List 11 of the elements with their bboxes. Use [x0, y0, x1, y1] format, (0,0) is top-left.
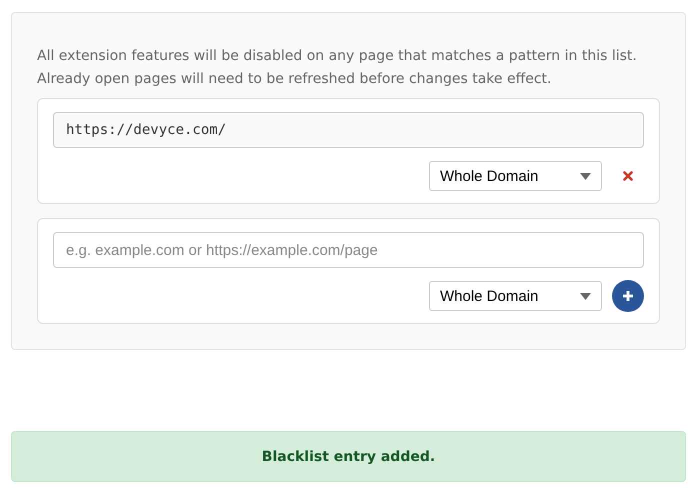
success-alert: Blacklist entry added. [11, 431, 686, 482]
caret-icon [580, 172, 591, 180]
scope-dropdown[interactable]: Whole Domain [429, 161, 602, 191]
url-field[interactable]: e.g. example.com or https://example.com/page [53, 232, 644, 268]
plus-icon [622, 290, 634, 302]
add-button[interactable] [612, 280, 644, 312]
caret-icon [580, 292, 591, 300]
url-field[interactable]: https://devyce.com/ [53, 112, 644, 148]
scope-dropdown[interactable]: Whole Domain [429, 281, 602, 311]
description-text: All extension features will be disabled on any page that matches a pattern in this list. Already open pages will need to be refreshed before changes take effect. [37, 47, 638, 88]
close-icon [623, 171, 633, 181]
